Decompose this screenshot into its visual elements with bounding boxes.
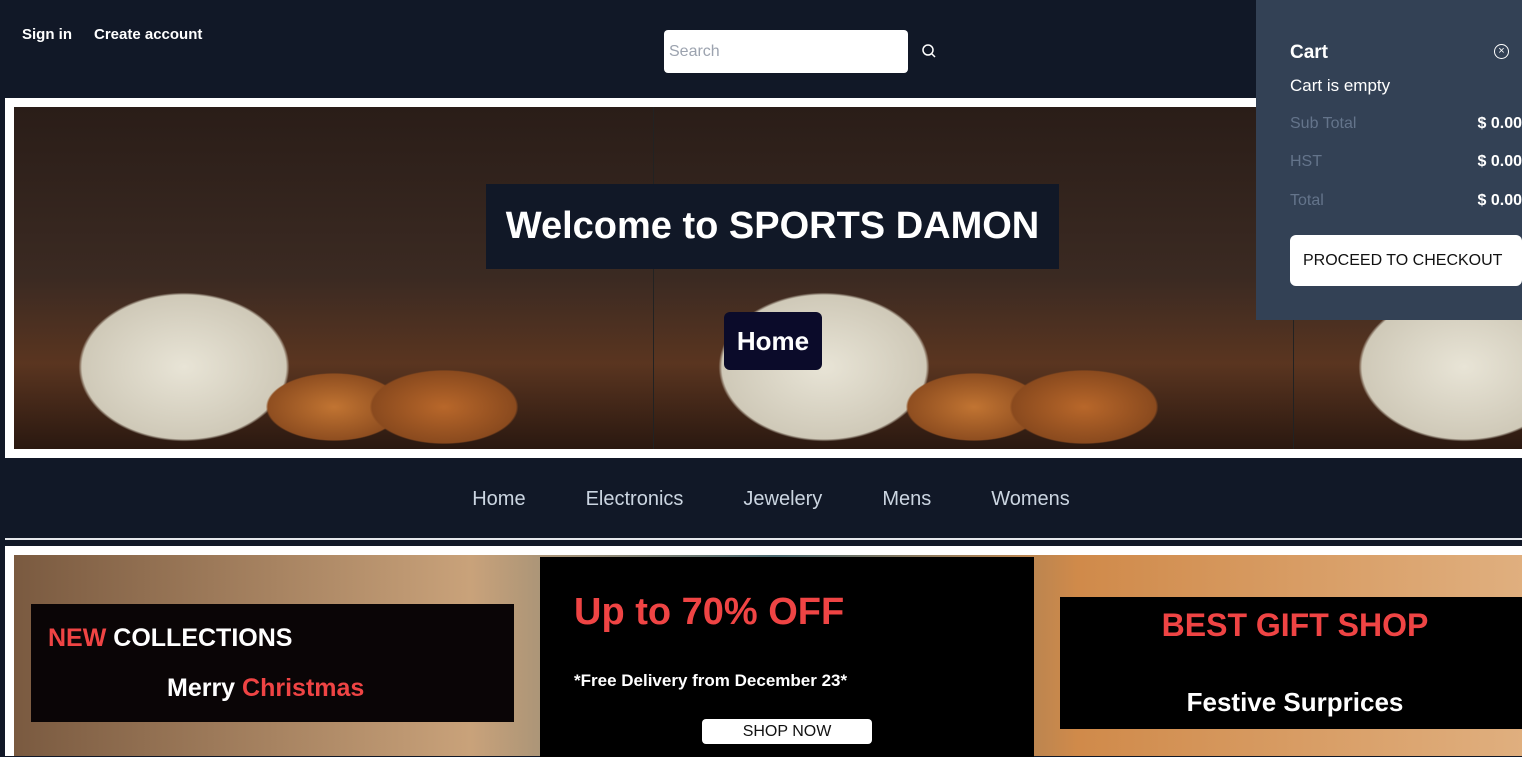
promo-collections: COLLECTIONS [106, 624, 293, 652]
hero-image [654, 107, 1294, 449]
subtotal-label: Sub Total [1290, 115, 1357, 132]
promo-new-collections: NEW COLLECTIONS Merry Christmas [31, 604, 514, 722]
nav-home[interactable]: Home [472, 488, 525, 511]
total-row: Total $ 0.00 [1290, 192, 1522, 210]
promo-gift-shop: BEST GIFT SHOP Festive Surprices [1060, 597, 1522, 729]
create-account-link[interactable]: Create account [94, 26, 202, 43]
promo-merry: Merry [167, 674, 243, 702]
promo-sale-title: Up to 70% OFF [574, 591, 845, 633]
cart-empty-message: Cart is empty [1290, 76, 1391, 95]
hst-value: $ 0.00 [1477, 153, 1522, 170]
subtotal-row: Sub Total $ 0.00 [1290, 115, 1522, 133]
promo-christmas: Christmas [242, 674, 365, 702]
cart-title: Cart [1290, 42, 1329, 63]
shop-now-button[interactable]: SHOP NOW [702, 719, 872, 744]
search-input[interactable] [664, 30, 908, 73]
nav-mens[interactable]: Mens [882, 488, 931, 511]
promo-sale-subtitle: *Free Delivery from December 23* [574, 671, 848, 690]
account-links: Sign in Create account [22, 26, 202, 43]
total-value: $ 0.00 [1477, 192, 1522, 209]
search-icon[interactable] [920, 42, 938, 60]
total-label: Total [1290, 192, 1324, 209]
promo-gift-title: BEST GIFT SHOP [1161, 607, 1429, 643]
promo-sale: Up to 70% OFF *Free Delivery from Decemb… [540, 557, 1034, 757]
subtotal-value: $ 0.00 [1477, 115, 1522, 132]
nav-jewelery[interactable]: Jewelery [743, 488, 822, 511]
promo-gift-subtitle: Festive Surprices [1186, 687, 1404, 717]
hero-home-button[interactable]: Home [724, 312, 822, 370]
category-nav: Home Electronics Jewelery Mens Womens [0, 488, 1522, 511]
close-cart-icon[interactable]: × [1494, 44, 1509, 59]
sign-in-link[interactable]: Sign in [22, 26, 72, 43]
divider [5, 538, 1522, 540]
hero-title: Welcome to SPORTS DAMON [486, 184, 1059, 269]
nav-electronics[interactable]: Electronics [586, 488, 684, 511]
hst-label: HST [1290, 153, 1322, 170]
cart-panel: Cart Cart is empty Sub Total $ 0.00 HST $ … [1256, 0, 1522, 320]
hero-image [14, 107, 654, 449]
promo-new: NEW [48, 624, 107, 652]
hst-row: HST $ 0.00 [1290, 153, 1522, 171]
checkout-button[interactable]: PROCEED TO CHECKOUT [1290, 235, 1522, 286]
nav-womens[interactable]: Womens [991, 488, 1070, 511]
